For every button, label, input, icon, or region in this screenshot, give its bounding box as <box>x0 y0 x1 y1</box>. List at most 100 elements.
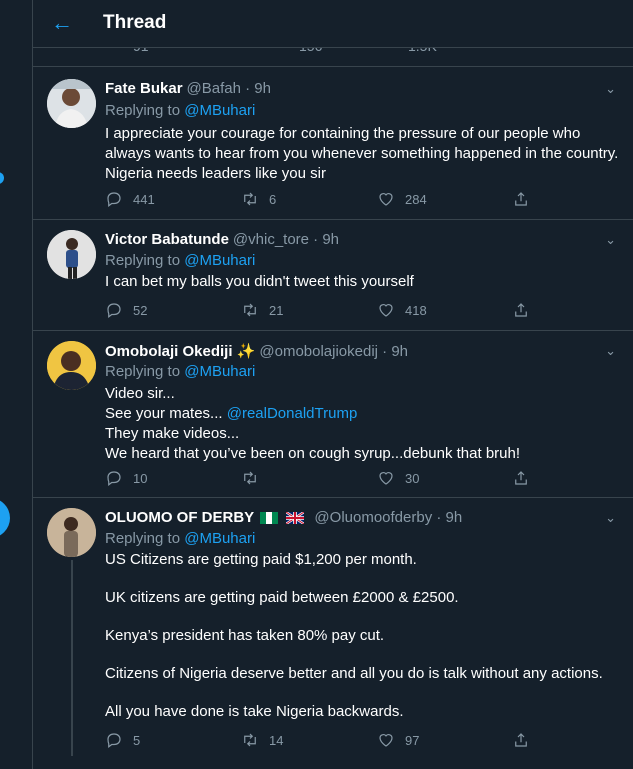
reply-button[interactable]: 441 <box>105 189 155 209</box>
author-handle[interactable]: @Bafah · 9h <box>187 80 271 97</box>
tweet-line: Kenya’s president has taken 80% pay cut. <box>105 627 385 644</box>
retweet-icon <box>244 733 256 747</box>
retweet-count: 6 <box>269 191 277 207</box>
uk-flag-icon <box>286 512 305 525</box>
like-count: 30 <box>405 470 420 486</box>
retweet-icon <box>244 303 256 317</box>
replying-label: Replying to <box>105 252 185 269</box>
author-name[interactable]: Omobolaji Okediji ✨ @omobolajiokedij · 9h <box>105 342 408 360</box>
edge-compose-button[interactable] <box>0 498 10 538</box>
replying-to: Replying to @MBuhari <box>105 102 255 119</box>
tweet-line: See your mates... @realDonaldTrump <box>105 404 620 424</box>
share-button[interactable] <box>512 300 540 320</box>
heart-icon <box>379 734 393 747</box>
share-button[interactable] <box>512 189 540 209</box>
share-icon <box>515 733 527 747</box>
heart-icon <box>379 472 393 485</box>
chevron-down-icon[interactable]: ⌄ <box>605 81 616 97</box>
reply-icon <box>107 303 121 318</box>
heart-icon <box>379 193 393 206</box>
like-count: 418 <box>405 302 427 318</box>
author-handle[interactable]: @omobolajiokedij · 9h <box>259 343 408 360</box>
tweet-line: They make videos... <box>105 425 240 442</box>
reply-icon <box>107 733 121 748</box>
mention-link[interactable]: @MBuhari <box>184 530 255 547</box>
tweet-actions: 5 14 97 <box>105 730 545 750</box>
replying-label: Replying to <box>105 530 185 547</box>
reply-icon <box>107 192 121 207</box>
mention-link[interactable]: @MBuhari <box>184 363 255 380</box>
author-handle[interactable]: @Oluomoofderby · 9h <box>314 509 462 526</box>
retweet-button[interactable]: 14 <box>241 730 283 750</box>
page-title: Thread <box>103 12 167 33</box>
thread-header: ← Thread <box>33 0 633 48</box>
replying-to: Replying to @MBuhari <box>105 530 255 547</box>
retweet-button[interactable] <box>241 468 269 488</box>
tweet-line: UK citizens are getting paid between £20… <box>105 589 459 606</box>
reply-button[interactable]: 5 <box>105 730 140 750</box>
replying-to: Replying to @MBuhari <box>105 252 255 269</box>
tweet[interactable]: Victor Babatunde @vhic_tore · 9h ⌄ Replyi… <box>33 220 633 331</box>
retweet-button[interactable]: 6 <box>241 189 276 209</box>
retweet-button[interactable]: 21 <box>241 300 283 320</box>
retweet-icon <box>244 192 256 206</box>
chevron-down-icon[interactable]: ⌄ <box>605 232 616 248</box>
avatar[interactable] <box>47 79 96 128</box>
like-button[interactable]: 30 <box>377 468 419 488</box>
thread-column: ← Thread 91 156 1.5K Fate Bukar@Bafah · … <box>32 0 633 769</box>
like-button[interactable]: 97 <box>377 730 419 750</box>
tweet[interactable]: OLUOMO OF DERBY @Oluomoofderby · 9h ⌄ Re… <box>33 498 633 769</box>
reply-icon <box>107 471 121 486</box>
share-button[interactable] <box>512 468 540 488</box>
share-button[interactable] <box>512 730 540 750</box>
chevron-down-icon[interactable]: ⌄ <box>605 343 616 359</box>
replying-label: Replying to <box>105 102 185 119</box>
tweet[interactable]: Omobolaji Okediji ✨ @omobolajiokedij · 9h… <box>33 331 633 498</box>
thread-connector-line <box>71 560 73 756</box>
display-name[interactable]: Victor Babatunde <box>105 231 229 248</box>
tweet-line: Video sir... <box>105 385 175 402</box>
display-name[interactable]: OLUOMO OF DERBY <box>105 509 254 526</box>
tweet-line: All you have done is take Nigeria backwa… <box>105 703 404 720</box>
tweet-line: Nigeria needs leaders like you sir <box>105 165 326 182</box>
back-arrow-icon[interactable]: ← <box>51 10 73 36</box>
mention-link[interactable]: @realDonaldTrump <box>227 405 358 422</box>
avatar[interactable] <box>47 508 96 557</box>
tweet-line: I appreciate your courage for containing… <box>105 125 581 142</box>
edge-dot-top <box>0 172 4 184</box>
heart-icon <box>379 304 393 317</box>
tweet-line: always wants to hear from you whenever s… <box>105 145 619 162</box>
author-handle[interactable]: @vhic_tore · 9h <box>233 231 339 248</box>
tweet-actions: 441 6 284 <box>105 189 545 209</box>
avatar[interactable] <box>47 341 96 390</box>
reply-button[interactable]: 10 <box>105 468 147 488</box>
mention-link[interactable]: @MBuhari <box>184 102 255 119</box>
retweet-icon <box>244 471 256 485</box>
like-button[interactable]: 418 <box>377 300 427 320</box>
retweet-count: 21 <box>269 302 284 318</box>
tweet-line: We heard that you’ve been on cough syrup… <box>105 445 521 462</box>
share-icon <box>515 192 527 206</box>
tweet-text: I appreciate your courage for containing… <box>105 124 620 184</box>
display-name[interactable]: Fate Bukar <box>105 80 183 97</box>
avatar[interactable] <box>47 230 96 279</box>
tweet-text: I can bet my balls you didn't tweet this… <box>105 272 620 292</box>
tweet-text: US Citizens are getting paid $1,200 per … <box>105 550 620 722</box>
mention-link[interactable]: @MBuhari <box>184 252 255 269</box>
display-name[interactable]: Omobolaji Okediji ✨ <box>105 343 255 360</box>
reply-count: 5 <box>133 732 141 748</box>
tweet-line: Citizens of Nigeria deserve better and a… <box>105 665 603 682</box>
tweet-actions: 52 21 418 <box>105 300 545 320</box>
chevron-down-icon[interactable]: ⌄ <box>605 510 616 526</box>
tweet-line: US Citizens are getting paid $1,200 per … <box>105 551 417 568</box>
reply-button[interactable]: 52 <box>105 300 147 320</box>
author-name[interactable]: OLUOMO OF DERBY @Oluomoofderby · 9h <box>105 509 462 526</box>
tweet-line: I can bet my balls you didn't tweet this… <box>105 273 414 290</box>
tweet[interactable]: Fate Bukar @Bafah · 9h ⌄ Replying to @MBu… <box>33 67 633 220</box>
like-count: 97 <box>405 732 420 748</box>
like-button[interactable]: 284 <box>377 189 427 209</box>
author-name[interactable]: Fate Bukar @Bafah · 9h <box>105 80 271 97</box>
author-name[interactable]: Victor Babatunde @vhic_tore · 9h <box>105 231 339 248</box>
reply-count: 10 <box>133 470 148 486</box>
like-count: 284 <box>405 191 427 207</box>
